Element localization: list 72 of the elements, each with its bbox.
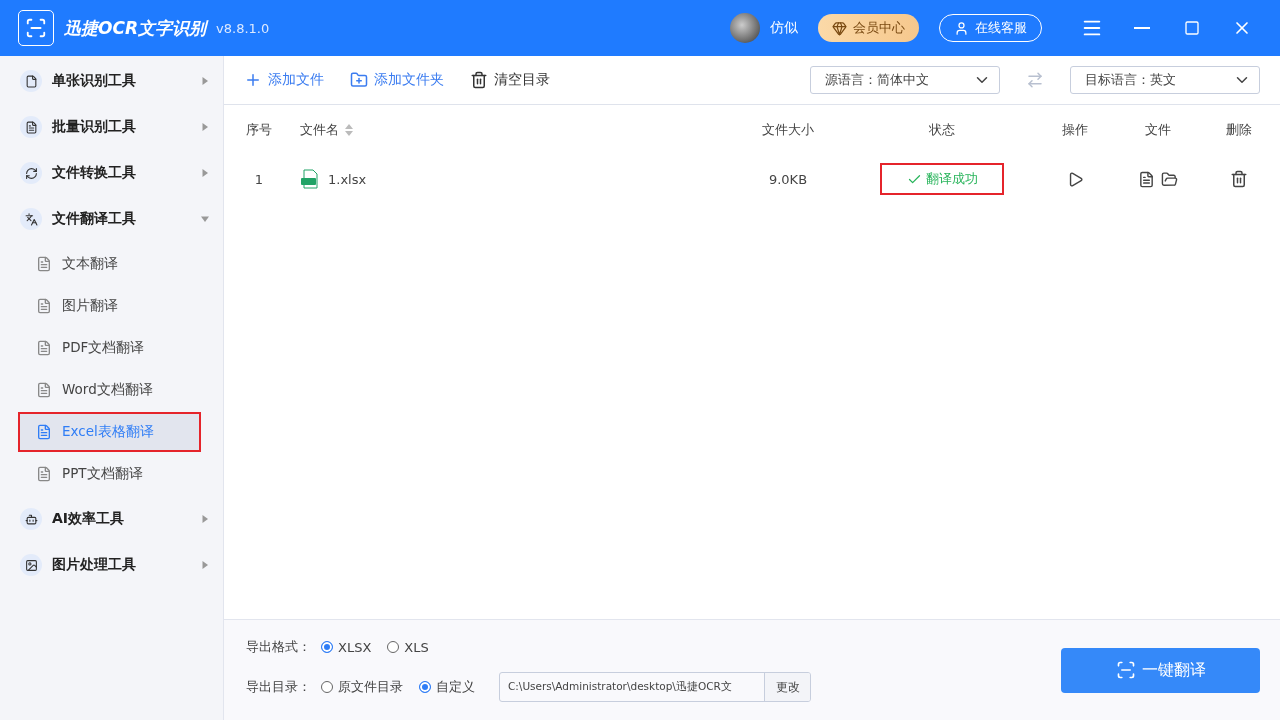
app-version: v8.8.1.0	[216, 20, 270, 36]
sidebar-item-label: 文件翻译工具	[52, 210, 137, 228]
column-header: 文件大小	[761, 121, 815, 139]
column-header: 状态	[928, 121, 956, 139]
document-icon	[36, 424, 52, 440]
format-label: 导出格式：	[246, 638, 311, 656]
folder-icon	[1161, 170, 1178, 188]
tool-icon	[20, 208, 42, 230]
sidebar-subitem[interactable]: Word文档翻译	[18, 370, 201, 410]
format-radio[interactable]: XLSX	[321, 639, 372, 655]
sidebar-item-label: 文件转换工具	[52, 164, 137, 182]
directory-radio[interactable]: 原文件目录	[321, 678, 403, 696]
sidebar-subitem[interactable]: 文本翻译	[18, 244, 201, 284]
sidebar-item-label: 图片处理工具	[52, 556, 137, 574]
column-header[interactable]: 文件名	[284, 121, 724, 139]
table-cell-text: 9.0KB	[767, 171, 809, 187]
sidebar-item[interactable]: 批量识别工具	[0, 104, 223, 150]
status-label: 翻译成功	[880, 163, 1004, 195]
column-header: 文件	[1144, 121, 1172, 139]
gem-icon	[832, 20, 847, 36]
toolbar-button[interactable]: 清空目录	[470, 71, 550, 89]
tool-icon	[20, 70, 42, 92]
sidebar-item-label: 单张识别工具	[52, 72, 137, 90]
scan-icon	[1115, 660, 1136, 680]
column-header: 删除	[1225, 121, 1253, 139]
folder-plus-icon	[350, 71, 368, 89]
avatar[interactable]	[730, 13, 760, 43]
document-icon	[36, 256, 52, 272]
spreadsheet-file-icon	[300, 169, 320, 189]
user-icon	[954, 20, 969, 36]
maximize-icon	[1184, 20, 1200, 36]
trash-icon	[470, 71, 488, 89]
document-icon	[36, 298, 52, 314]
document-icon	[36, 382, 52, 398]
folder-button[interactable]	[1161, 170, 1178, 188]
document-icon	[36, 466, 52, 482]
sidebar-item-label: 批量识别工具	[52, 118, 137, 136]
sort-icon	[345, 124, 353, 136]
document-button[interactable]	[1138, 170, 1155, 188]
file-name-cell: 1.xlsx	[284, 169, 724, 189]
sidebar-item[interactable]: 文件转换工具	[0, 150, 223, 196]
tool-icon	[20, 508, 42, 530]
toolbar-button[interactable]: 添加文件	[244, 71, 324, 89]
sidebar-item[interactable]: AI效率工具	[0, 496, 223, 542]
column-header: 操作	[1061, 121, 1089, 139]
sidebar-item-label: AI效率工具	[52, 510, 126, 528]
sidebar-item[interactable]: 单张识别工具	[0, 58, 223, 104]
delete-button[interactable]	[1230, 170, 1248, 188]
tool-icon	[20, 116, 42, 138]
sidebar-item[interactable]: 图片处理工具	[0, 542, 223, 588]
sidebar-subitem[interactable]: 图片翻译	[18, 286, 201, 326]
vip-center-button[interactable]: 会员中心	[818, 14, 919, 42]
table-cell-text: 1	[253, 171, 265, 187]
app-name: 迅捷OCR文字识别	[64, 16, 207, 40]
document-icon	[36, 340, 52, 356]
directory-radio[interactable]: 自定义	[419, 678, 475, 696]
source-language-select[interactable]: 源语言：简体中文	[810, 66, 1000, 94]
sidebar-subitem[interactable]: PPT文档翻译	[18, 454, 201, 494]
user-name: 仿似	[770, 19, 798, 37]
target-language-select[interactable]: 目标语言：英文	[1070, 66, 1260, 94]
toolbar-button[interactable]: 添加文件夹	[350, 71, 444, 89]
directory-label: 导出目录：	[246, 678, 311, 696]
column-header: 序号	[245, 121, 273, 139]
plus-icon	[244, 71, 262, 89]
sidebar-item[interactable]: 文件翻译工具	[0, 196, 223, 242]
format-radio[interactable]: XLS	[387, 639, 429, 655]
trash-icon	[1230, 170, 1248, 188]
document-icon	[1138, 170, 1155, 188]
tool-icon	[20, 554, 42, 576]
minimize-icon	[1134, 27, 1150, 29]
sidebar-subitem[interactable]: PDF文档翻译	[18, 328, 201, 368]
tool-icon	[20, 162, 42, 184]
